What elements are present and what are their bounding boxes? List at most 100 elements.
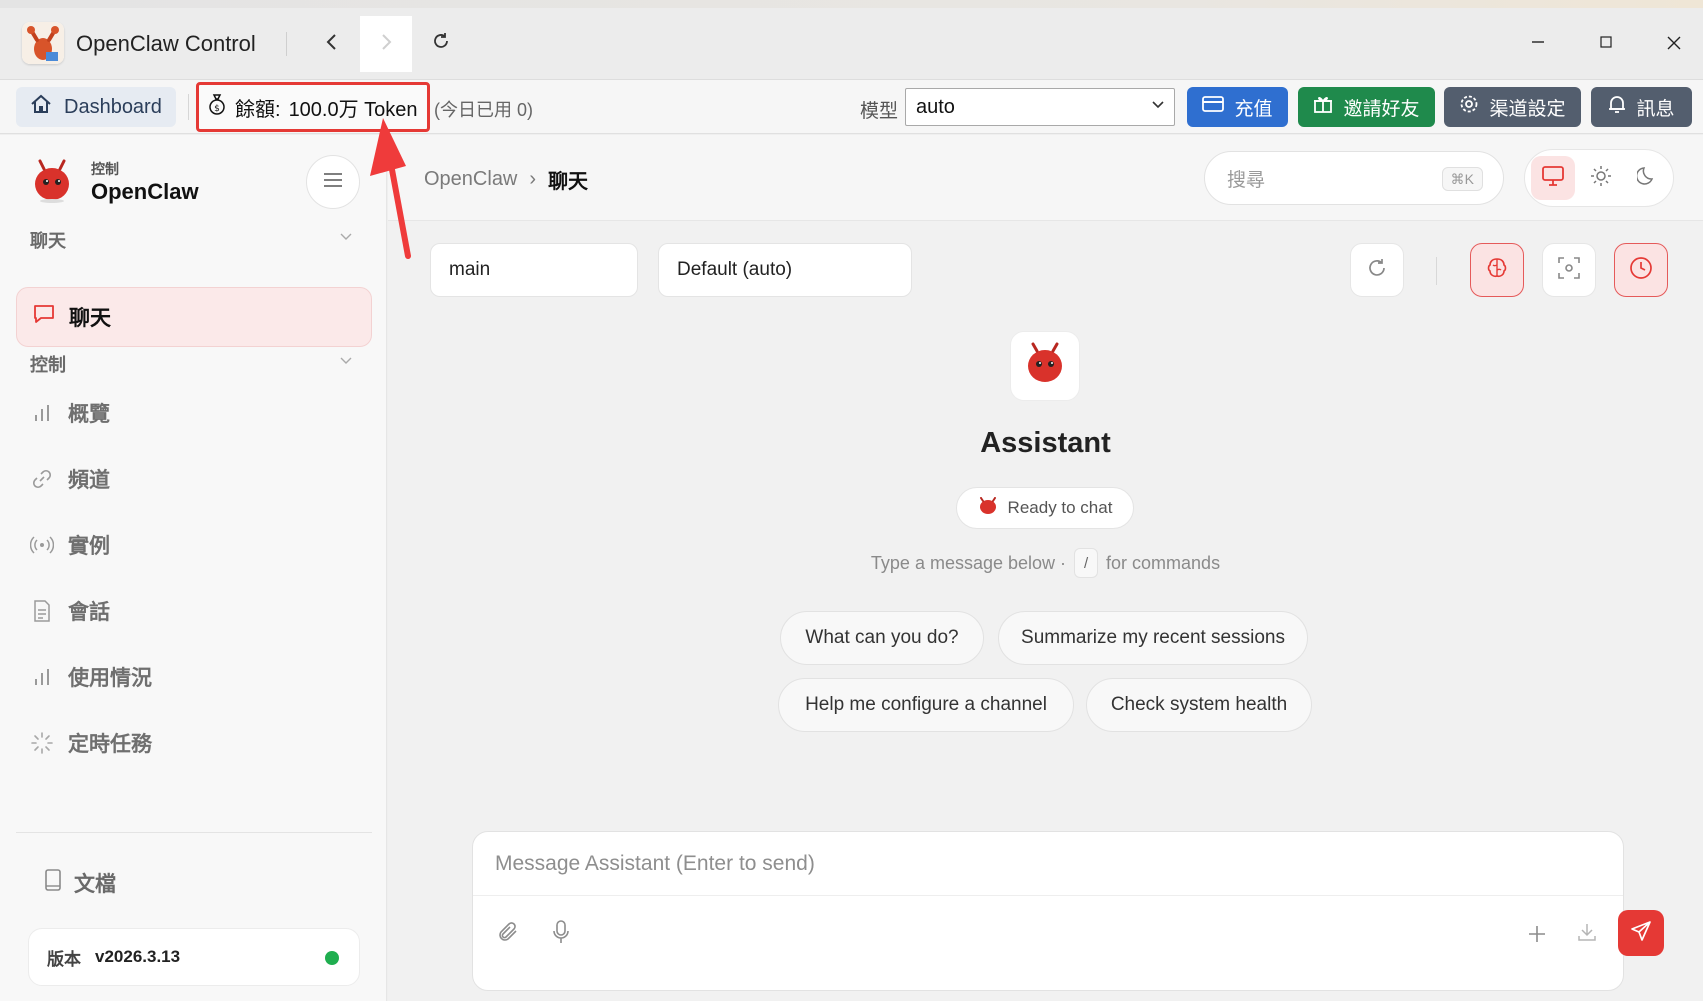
model-select-value: auto bbox=[916, 95, 955, 118]
monitor-icon bbox=[1542, 165, 1564, 191]
model-label: 模型 bbox=[860, 101, 899, 122]
money-bag-icon: $ bbox=[207, 93, 227, 121]
sidebar-item-label: 頻道 bbox=[68, 469, 110, 492]
menu-toggle-button[interactable] bbox=[306, 155, 360, 209]
maximize-button[interactable] bbox=[1586, 26, 1626, 62]
loader-icon bbox=[30, 732, 54, 754]
theme-system-button[interactable] bbox=[1531, 156, 1575, 200]
download-icon bbox=[1577, 922, 1597, 947]
channel-settings-button[interactable]: 渠道設定 bbox=[1444, 87, 1581, 127]
sidebar: 控制 OpenClaw 聊天 聊天 控制 概覽 頻道 實例 會話 使用情況 定時… bbox=[0, 135, 387, 1001]
thinking-toggle-button[interactable] bbox=[1470, 243, 1524, 297]
app-logo bbox=[22, 22, 64, 64]
session-model-selector[interactable]: Default (auto) bbox=[658, 243, 912, 297]
sidebar-item-label: 會話 bbox=[68, 601, 110, 624]
sidebar-item-channels[interactable]: 頻道 bbox=[30, 459, 110, 499]
sidebar-item-usage[interactable]: 使用情況 bbox=[30, 657, 152, 697]
invite-friends-button[interactable]: 邀請好友 bbox=[1298, 87, 1435, 127]
dashboard-label: Dashboard bbox=[64, 95, 162, 118]
docs-link[interactable]: 文檔 bbox=[44, 868, 116, 898]
refresh-icon bbox=[1366, 257, 1388, 284]
document-icon bbox=[30, 600, 54, 622]
minimize-button[interactable] bbox=[1518, 26, 1558, 62]
messages-button[interactable]: 訊息 bbox=[1591, 87, 1692, 127]
suggestion-chip[interactable]: Check system health bbox=[1086, 678, 1312, 732]
token-balance: $ 餘額: 100.0万 Token bbox=[196, 82, 430, 132]
send-button[interactable] bbox=[1618, 910, 1664, 956]
title-separator bbox=[286, 32, 287, 56]
hint-text-before: Type a message below · bbox=[870, 552, 1067, 573]
shortcut-badge: ⌘K bbox=[1441, 167, 1483, 191]
focus-icon bbox=[1558, 256, 1580, 284]
search-placeholder: 搜尋 bbox=[1227, 169, 1266, 191]
maximize-icon bbox=[1600, 35, 1612, 53]
status-badge: Ready to chat bbox=[956, 487, 1134, 529]
suggestion-chip[interactable]: Help me configure a channel bbox=[778, 678, 1074, 732]
add-button[interactable] bbox=[1515, 912, 1559, 956]
attach-button[interactable] bbox=[487, 912, 531, 956]
sidebar-item-label: 定時任務 bbox=[68, 733, 152, 756]
chevron-right-icon bbox=[379, 31, 393, 57]
voice-input-button[interactable] bbox=[539, 912, 583, 956]
breadcrumb-root[interactable]: OpenClaw bbox=[424, 168, 517, 191]
send-icon bbox=[1630, 920, 1652, 947]
chevron-down-icon[interactable] bbox=[340, 229, 352, 245]
back-button[interactable] bbox=[312, 26, 352, 62]
sidebar-item-label: 概覽 bbox=[68, 403, 110, 426]
sidebar-item-overview[interactable]: 概覽 bbox=[30, 393, 110, 433]
search-input[interactable]: 搜尋 ⌘K bbox=[1204, 151, 1504, 205]
toolbar-divider bbox=[188, 94, 189, 120]
sidebar-item-instances[interactable]: 實例 bbox=[30, 525, 110, 565]
home-icon bbox=[30, 93, 52, 121]
history-button[interactable] bbox=[1614, 243, 1668, 297]
theme-switcher bbox=[1524, 149, 1674, 207]
breadcrumb-current: 聊天 bbox=[548, 171, 589, 193]
forward-button[interactable] bbox=[360, 16, 412, 72]
recharge-label: 充值 bbox=[1234, 98, 1273, 120]
bar-chart-icon bbox=[30, 404, 54, 422]
breadcrumb: OpenClaw › 聊天 bbox=[424, 165, 588, 194]
suggestion-chip[interactable]: Summarize my recent sessions bbox=[998, 611, 1308, 665]
clock-icon bbox=[1629, 256, 1653, 285]
section-header-control[interactable]: 控制 bbox=[30, 351, 66, 377]
status-text: Ready to chat bbox=[1007, 498, 1113, 517]
reload-button[interactable] bbox=[421, 26, 461, 62]
sidebar-item-sessions[interactable]: 會話 bbox=[30, 591, 110, 631]
mascot-mini-icon bbox=[978, 496, 998, 520]
broadcast-icon bbox=[30, 536, 54, 554]
focus-mode-button[interactable] bbox=[1542, 243, 1596, 297]
chevron-down-icon bbox=[1152, 99, 1164, 113]
brain-icon bbox=[1485, 256, 1509, 285]
message-input[interactable] bbox=[473, 832, 1623, 896]
export-button[interactable] bbox=[1565, 912, 1609, 956]
chevron-down-icon[interactable] bbox=[340, 353, 352, 369]
moon-icon bbox=[1635, 166, 1657, 191]
breadcrumb-separator: › bbox=[529, 168, 537, 190]
docs-label: 文檔 bbox=[74, 873, 116, 896]
app-title: OpenClaw Control bbox=[76, 31, 256, 56]
sidebar-item-scheduled-tasks[interactable]: 定時任務 bbox=[30, 723, 152, 763]
session-name: main bbox=[449, 259, 491, 280]
bar-chart-icon bbox=[30, 668, 54, 686]
invite-label: 邀請好友 bbox=[1343, 98, 1420, 120]
refresh-button[interactable] bbox=[1350, 243, 1404, 297]
reload-icon bbox=[431, 31, 451, 57]
plus-icon bbox=[1528, 919, 1546, 950]
sidebar-item-chat[interactable]: 聊天 bbox=[16, 287, 372, 347]
session-model: Default (auto) bbox=[677, 259, 793, 280]
close-window-button[interactable] bbox=[1654, 26, 1694, 62]
theme-dark-button[interactable] bbox=[1625, 156, 1669, 200]
section-header-chat[interactable]: 聊天 bbox=[30, 227, 66, 253]
microphone-icon bbox=[552, 919, 570, 949]
messages-label: 訊息 bbox=[1636, 98, 1675, 120]
model-select[interactable]: auto bbox=[905, 88, 1175, 126]
theme-light-button[interactable] bbox=[1579, 156, 1623, 200]
sidebar-divider bbox=[16, 832, 372, 833]
assistant-name: Assistant bbox=[980, 427, 1111, 459]
dashboard-button[interactable]: Dashboard bbox=[16, 87, 176, 127]
link-icon bbox=[30, 468, 54, 490]
suggestion-chip[interactable]: What can you do? bbox=[780, 611, 984, 665]
session-selector[interactable]: main bbox=[430, 243, 638, 297]
recharge-button[interactable]: 充值 bbox=[1187, 87, 1288, 127]
assistant-mascot-icon bbox=[1022, 341, 1068, 392]
